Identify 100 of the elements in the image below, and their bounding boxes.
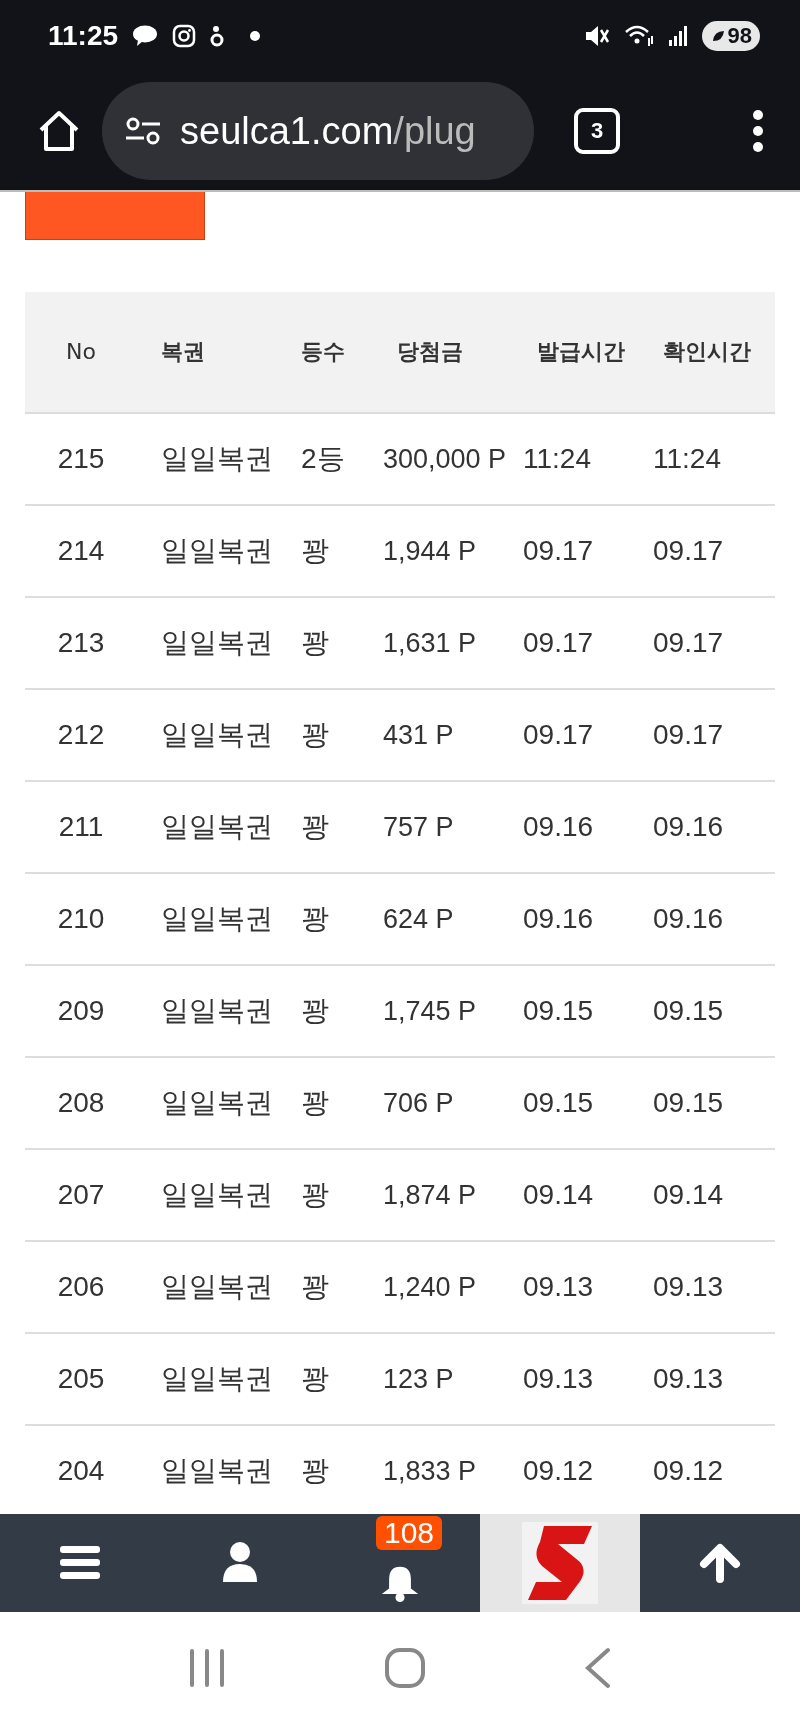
table-cell-text: 09.13 bbox=[522, 1271, 595, 1303]
table-cell-text: 09.12 bbox=[522, 1455, 595, 1487]
table-cell-text: 일일복권 bbox=[160, 534, 274, 568]
table-cell-text: 09.16 bbox=[652, 811, 725, 843]
back-icon[interactable] bbox=[584, 1647, 611, 1689]
table-cell-text: 09.15 bbox=[652, 995, 725, 1027]
table-cell-text: 205 bbox=[56, 1363, 106, 1395]
table-cell-text: 09.13 bbox=[652, 1271, 725, 1303]
table-cell-text: 일일복권 bbox=[160, 1454, 274, 1488]
app-icon bbox=[210, 25, 225, 47]
table-cell-text: 09.12 bbox=[652, 1455, 725, 1487]
table-cell-text: 일일복권 bbox=[160, 1086, 274, 1120]
table-cell-text: 09.16 bbox=[522, 903, 595, 935]
table-cell-text: 431 P bbox=[382, 719, 455, 751]
table-cell-text: 1,631 P bbox=[382, 627, 478, 659]
table-cell-text: 꽝 bbox=[300, 1362, 330, 1396]
table-cell-text: 214 bbox=[56, 535, 106, 567]
table-cell-text: 09.15 bbox=[522, 1087, 595, 1119]
table-cell-text: 09.16 bbox=[652, 903, 725, 935]
table-cell-text: 09.14 bbox=[652, 1179, 725, 1211]
table-cell-text: 일일복권 bbox=[160, 810, 274, 844]
table-cell-text: 1,745 P bbox=[382, 995, 478, 1027]
site-settings-icon[interactable] bbox=[124, 116, 162, 146]
table-cell-text: 09.14 bbox=[522, 1179, 595, 1211]
table-cell-text: 일일복권 bbox=[160, 1270, 274, 1304]
column-header: 복권 bbox=[160, 338, 206, 367]
address-bar[interactable]: seulca1.com/plug bbox=[102, 82, 534, 180]
table-cell-text: 1,240 P bbox=[382, 1271, 478, 1303]
table-cell-text: 1,874 P bbox=[382, 1179, 478, 1211]
table-cell-text: 757 P bbox=[382, 811, 455, 843]
table-cell-text: 211 bbox=[57, 811, 105, 843]
table-cell-text: 1,944 P bbox=[382, 535, 478, 567]
home-button-icon[interactable] bbox=[384, 1647, 426, 1689]
table-cell-text: 215 bbox=[56, 443, 106, 475]
table-cell-text: 09.17 bbox=[652, 535, 725, 567]
table-cell-text: 212 bbox=[56, 719, 106, 751]
table-cell-text: 일일복권 bbox=[160, 1362, 274, 1396]
table-cell-text: 1,833 P bbox=[382, 1455, 478, 1487]
table-cell-text: 09.17 bbox=[652, 719, 725, 751]
status-time: 11:25 bbox=[48, 20, 119, 52]
table-cell-text: 09.17 bbox=[652, 627, 725, 659]
table-cell-text: 207 bbox=[56, 1179, 106, 1211]
table-cell-text: 204 bbox=[56, 1455, 106, 1487]
table-cell-text: 208 bbox=[56, 1087, 106, 1119]
more-menu-icon[interactable] bbox=[752, 109, 764, 153]
table-cell-text: 209 bbox=[56, 995, 106, 1027]
table-cell-text: 09.15 bbox=[652, 1087, 725, 1119]
column-header: 발급시간 bbox=[536, 338, 626, 367]
table-cell-text: 09.17 bbox=[522, 719, 595, 751]
table-cell-text: 꽝 bbox=[300, 1178, 330, 1212]
table-cell-text: 일일복권 bbox=[160, 1178, 274, 1212]
table-cell-text: 624 P bbox=[382, 903, 455, 935]
recent-apps-icon[interactable] bbox=[189, 1649, 226, 1687]
table-cell-text: 706 P bbox=[382, 1087, 455, 1119]
table-cell-text: 123 P bbox=[382, 1363, 455, 1395]
menu-icon[interactable] bbox=[60, 1546, 100, 1580]
table-cell-text: 일일복권 bbox=[160, 902, 274, 936]
table-cell-text: 꽝 bbox=[300, 1086, 330, 1120]
table-cell-text: 일일복권 bbox=[160, 994, 274, 1028]
table-cell-text: 일일복권 bbox=[160, 442, 274, 476]
column-header: No bbox=[65, 338, 97, 367]
wifi-icon bbox=[623, 24, 654, 48]
table-cell-text: 꽝 bbox=[300, 994, 330, 1028]
table-cell-text: 꽝 bbox=[300, 1270, 330, 1304]
dot-icon bbox=[250, 31, 261, 41]
table-cell-text: 11:24 bbox=[522, 443, 592, 475]
table-cell-text: 일일복권 bbox=[160, 626, 274, 660]
table-cell-text: 꽝 bbox=[300, 718, 330, 752]
table-cell-text: 일일복권 bbox=[160, 718, 274, 752]
table-cell-text: 300,000 P bbox=[382, 443, 508, 475]
signal-icon bbox=[667, 25, 688, 47]
scroll-up-icon[interactable] bbox=[699, 1543, 741, 1583]
table-cell-text: 09.16 bbox=[522, 811, 595, 843]
table-cell-text: 꽝 bbox=[300, 626, 330, 660]
table-cell-text: 11:24 bbox=[652, 443, 722, 475]
battery-indicator: 98 bbox=[701, 21, 760, 51]
table-cell-text: 꽝 bbox=[300, 1454, 330, 1488]
chat-bubble-icon bbox=[132, 25, 159, 47]
mute-icon bbox=[583, 25, 610, 47]
logo-icon[interactable] bbox=[522, 1522, 598, 1604]
table-cell-text: 꽝 bbox=[300, 902, 330, 936]
user-icon[interactable] bbox=[223, 1542, 257, 1584]
tab-count-button[interactable]: 3 bbox=[574, 108, 620, 154]
table-cell-text: 213 bbox=[56, 627, 106, 659]
table-cell-text: 09.17 bbox=[522, 535, 595, 567]
table-cell-text: 09.15 bbox=[522, 995, 595, 1027]
column-header: 등수 bbox=[300, 338, 346, 367]
url-text: seulca1.com/plug bbox=[180, 109, 476, 153]
table-cell-text: 210 bbox=[56, 903, 106, 935]
table-cell-text: 2등 bbox=[300, 442, 346, 476]
column-header: 확인시간 bbox=[662, 338, 752, 367]
camera-icon bbox=[172, 24, 197, 48]
notification-badge: 108 bbox=[376, 1516, 443, 1550]
table-cell-text: 꽝 bbox=[300, 534, 330, 568]
table-cell-text: 09.13 bbox=[522, 1363, 595, 1395]
column-header: 당첨금 bbox=[396, 338, 464, 367]
table-cell-text: 206 bbox=[56, 1271, 106, 1303]
table-cell-text: 꽝 bbox=[300, 810, 330, 844]
table-cell-text: 09.13 bbox=[652, 1363, 725, 1395]
table-cell-text: 09.17 bbox=[522, 627, 595, 659]
